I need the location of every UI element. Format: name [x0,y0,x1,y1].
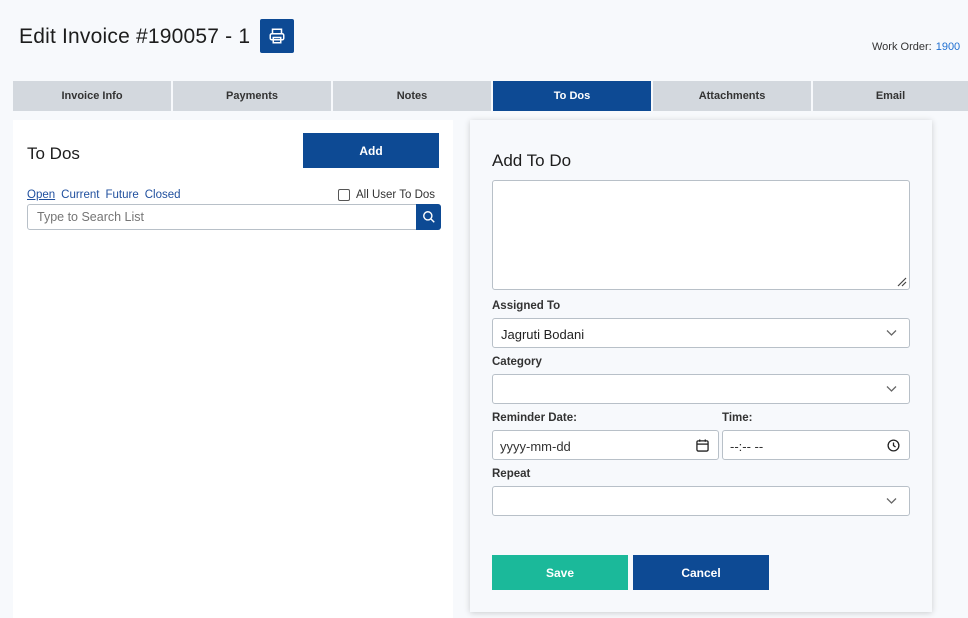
time-placeholder: --:-- -- [730,439,764,454]
chevron-down-icon [886,386,897,392]
filter-future[interactable]: Future [106,189,139,201]
add-todo-form: Add To Do Assigned To Jagruti Bodani Cat… [470,120,932,612]
all-user-todos-label: All User To Dos [356,189,436,201]
all-user-todos-checkbox[interactable] [338,189,350,201]
filter-current[interactable]: Current [61,189,99,201]
resize-grip-icon[interactable] [897,277,907,287]
todo-filters: Open Current Future Closed [27,189,181,201]
tab-to-dos[interactable]: To Dos [493,81,653,111]
todo-description-textarea[interactable] [492,180,910,290]
reminder-date-input[interactable]: yyyy-mm-dd [492,430,719,460]
all-user-todos-toggle: All User To Dos [338,189,435,201]
todo-list-panel: To Dos Add Open Current Future Closed Al… [13,120,453,618]
print-button[interactable] [260,19,294,53]
work-order-label: Work Order: [872,41,932,53]
reminder-date-placeholder: yyyy-mm-dd [500,439,571,454]
assigned-to-label: Assigned To [492,300,561,312]
search-input[interactable] [37,210,407,224]
reminder-date-label: Reminder Date: [492,412,577,424]
save-button[interactable]: Save [492,555,628,590]
filter-closed[interactable]: Closed [145,189,181,201]
tab-payments[interactable]: Payments [173,81,333,111]
chevron-down-icon [886,498,897,504]
add-todo-button[interactable]: Add [303,133,439,168]
assigned-to-value: Jagruti Bodani [501,327,585,342]
tab-notes[interactable]: Notes [333,81,493,111]
work-order-link[interactable]: 1900 [936,41,960,53]
form-title: Add To Do [492,151,572,170]
page-title: Edit Invoice #190057 - 1 [19,25,251,48]
search-icon [422,211,435,223]
clock-icon[interactable] [887,439,900,452]
repeat-label: Repeat [492,468,531,480]
tab-bar: Invoice Info Payments Notes To Dos Attac… [13,81,968,111]
todo-list-title: To Dos [27,144,80,163]
search-button[interactable] [416,204,441,230]
repeat-select[interactable] [492,486,910,516]
tab-email[interactable]: Email [813,81,968,111]
assigned-to-select[interactable]: Jagruti Bodani [492,318,910,348]
time-label: Time: [722,412,753,424]
cancel-button[interactable]: Cancel [633,555,769,590]
category-label: Category [492,356,542,368]
filter-open[interactable]: Open [27,189,55,201]
tab-invoice-info[interactable]: Invoice Info [13,81,173,111]
work-order: Work Order: 1900 [872,41,960,53]
chevron-down-icon [886,330,897,336]
category-select[interactable] [492,374,910,404]
printer-icon [269,28,285,44]
tab-attachments[interactable]: Attachments [653,81,813,111]
search-box [27,204,441,230]
calendar-icon[interactable] [696,439,709,452]
time-input[interactable]: --:-- -- [722,430,910,460]
